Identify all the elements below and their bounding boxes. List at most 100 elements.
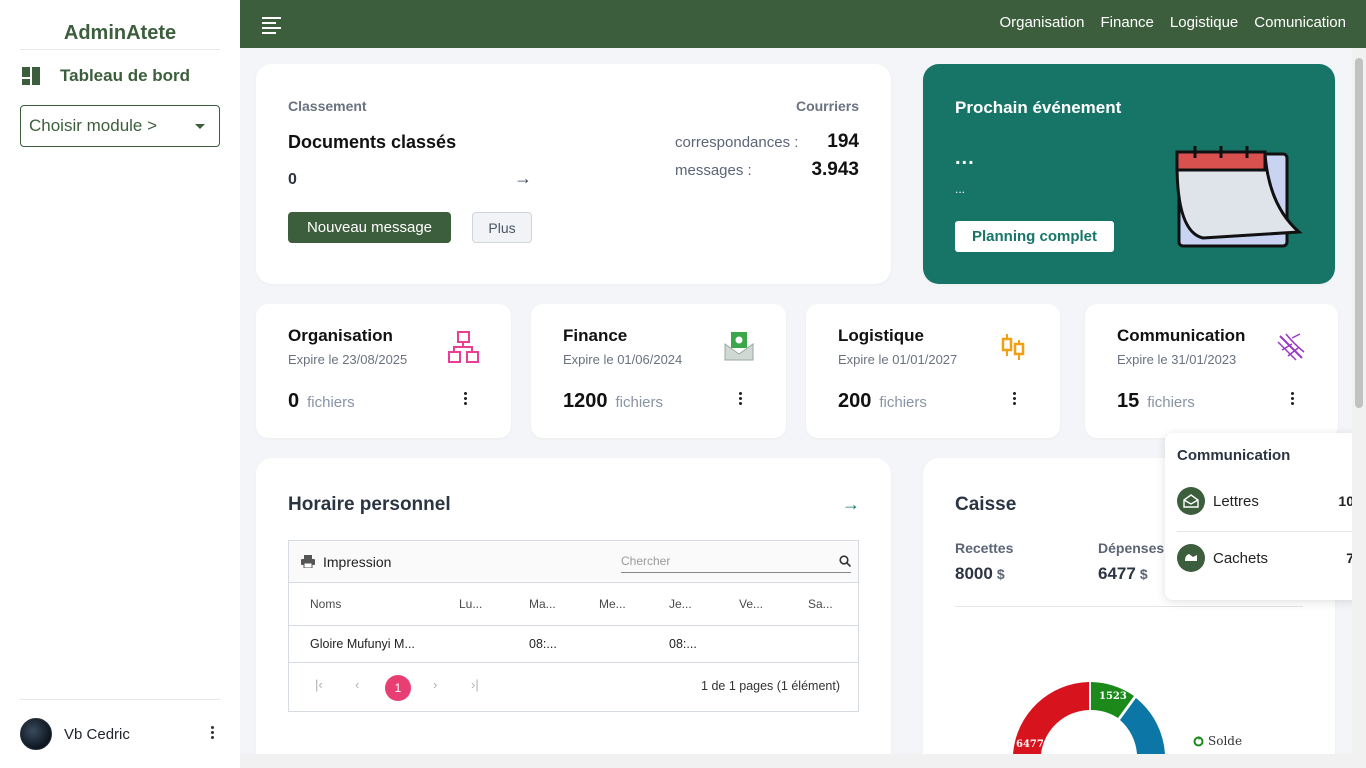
column-header[interactable]: Sa... [808,583,833,625]
full-planning-button[interactable]: Planning complet [955,221,1114,252]
module-count: 0 fichiers [288,390,355,413]
module-count: 15 fichiers [1117,390,1195,413]
cash-donut-chart: 1523 6477 [1013,682,1165,754]
chart-slice-other [1120,698,1165,754]
new-message-button[interactable]: Nouveau message [288,212,451,243]
classement-card: Classement Documents classés 0 → Nouveau… [256,64,891,284]
column-header[interactable]: Ve... [739,583,763,625]
messages-value: 3.943 [811,159,859,180]
module-count-unit: fichiers [307,394,355,411]
horizontal-scrollbar[interactable] [240,754,1366,768]
module-count: 200 fichiers [838,390,927,413]
vertical-scrollbar[interactable] [1352,48,1366,754]
module-count-value: 0 [288,390,300,412]
module-title: Finance [563,326,628,345]
column-header[interactable]: Noms [310,583,341,625]
sidebar-item-label: Tableau de bord [60,66,191,85]
expenses-currency: $ [1139,566,1148,582]
module-count-value: 15 [1117,390,1140,412]
module-menu-kebab-icon[interactable] [464,392,467,405]
search-placeholder: Chercher [621,553,671,568]
module-menu-kebab-icon[interactable] [1291,392,1294,405]
column-header[interactable]: Ma... [529,583,556,625]
expenses-label: Dépenses [1098,540,1165,556]
schedule-title: Horaire personnel [288,494,451,515]
scrollbar-thumb[interactable] [1355,58,1363,408]
popover-item-label: Cachets [1213,549,1269,567]
user-menu-kebab-icon[interactable] [211,726,214,739]
module-card-communication[interactable]: Communication Expire le 31/01/2023 15 fic… [1085,304,1338,438]
chart-legend-label: Solde [1208,734,1243,748]
schedule-arrow-icon[interactable]: → [842,494,860,515]
calendar-icon [1175,146,1303,248]
table-row[interactable]: Gloire Mufunyi M... 08:... 08:... [289,626,858,663]
topnav-organisation[interactable]: Organisation [999,14,1084,31]
event-name: ... [955,147,975,169]
page-button-current[interactable]: 1 [385,675,411,701]
more-button[interactable]: Plus [472,212,532,243]
cell-name: Gloire Mufunyi M... [310,637,415,651]
module-menu-kebab-icon[interactable] [1013,392,1016,405]
pager: |‹ ‹ 1 › ›| 1 de 1 pages (1 élément) [289,663,858,711]
popover-item-letters[interactable]: Lettres 10 [1177,483,1354,519]
avatar[interactable] [20,718,52,750]
print-icon[interactable] [301,555,315,568]
correspondances-value: 194 [827,131,859,152]
income-amount: 8000 [955,564,993,583]
topnav-logistique[interactable]: Logistique [1170,14,1238,31]
correspondances-label: correspondances : [675,134,799,151]
module-title: Communication [1117,326,1246,345]
next-event-card: Prochain événement ... ... Planning comp… [923,64,1335,284]
sidebar-item-dashboard[interactable]: Tableau de bord [22,66,190,86]
last-page-icon[interactable]: ›| [471,677,479,692]
legend-refresh-icon [1193,735,1204,746]
event-title: Prochain événement [955,98,1122,117]
column-header[interactable]: Je... [669,583,692,625]
chevron-down-icon [195,123,205,129]
module-card-finance[interactable]: Finance Expire le 01/06/2024 1200 fichier… [531,304,786,438]
envelope-icon [1177,487,1205,515]
popover-item-label: Lettres [1213,492,1259,510]
messages-label: messages : [675,162,752,179]
stamp-icon [1177,544,1205,572]
topnav-communication[interactable]: Comunication [1254,14,1346,31]
module-count-unit: fichiers [1147,394,1195,411]
module-card-logistique[interactable]: Logistique Expire le 01/01/2027 200 fichi… [806,304,1060,438]
module-select-value: Choisir module > [29,116,158,135]
module-count-value: 200 [838,390,872,412]
documents-arrow-icon[interactable]: → [514,168,532,189]
prev-page-icon[interactable]: ‹ [355,677,359,692]
dashboard-icon [22,67,40,85]
sidebar: AdminAtete Tableau de bord Choisir modul… [0,0,240,768]
first-page-icon[interactable]: |‹ [315,677,323,692]
module-menu-kebab-icon[interactable] [739,392,742,405]
topbar: Organisation Finance Logistique Comunica… [240,0,1366,48]
communication-popover: Communication Lettres 10 Cachets 7 [1165,433,1366,600]
topnav-finance[interactable]: Finance [1101,14,1154,31]
module-card-organisation[interactable]: Organisation Expire le 23/08/2025 0 fichi… [256,304,511,438]
brand-logo[interactable]: AdminAtete [20,22,220,50]
popover-item-stamps[interactable]: Cachets 7 [1177,540,1354,576]
expenses-amount: 6477 [1098,564,1136,583]
expenses-value: 6477 $ [1098,564,1148,584]
module-select[interactable]: Choisir module > [20,105,220,147]
schedule-grid: Impression Chercher Noms Lu... Ma... Me.… [288,540,859,712]
print-button[interactable]: Impression [323,554,391,570]
module-title: Organisation [288,326,393,345]
column-header[interactable]: Me... [599,583,626,625]
menu-toggle-icon[interactable] [262,17,281,37]
documents-count: 0 [288,171,297,188]
module-title: Logistique [838,326,924,345]
chart-legend[interactable]: Solde [1193,734,1242,748]
chart-data-label-expenses: 6477 [1016,739,1044,750]
column-header[interactable]: Lu... [459,583,482,625]
hierarchy-icon [448,331,479,363]
search-icon[interactable] [839,554,851,567]
user-name: Vb Cedric [64,725,130,743]
documents-title: Documents classés [288,132,457,152]
income-currency: $ [996,566,1005,582]
next-page-icon[interactable]: › [433,677,437,692]
search-input[interactable]: Chercher [621,549,851,573]
pager-info: 1 de 1 pages (1 élément) [701,679,840,693]
module-expiry: Expire le 01/01/2027 [838,352,958,367]
